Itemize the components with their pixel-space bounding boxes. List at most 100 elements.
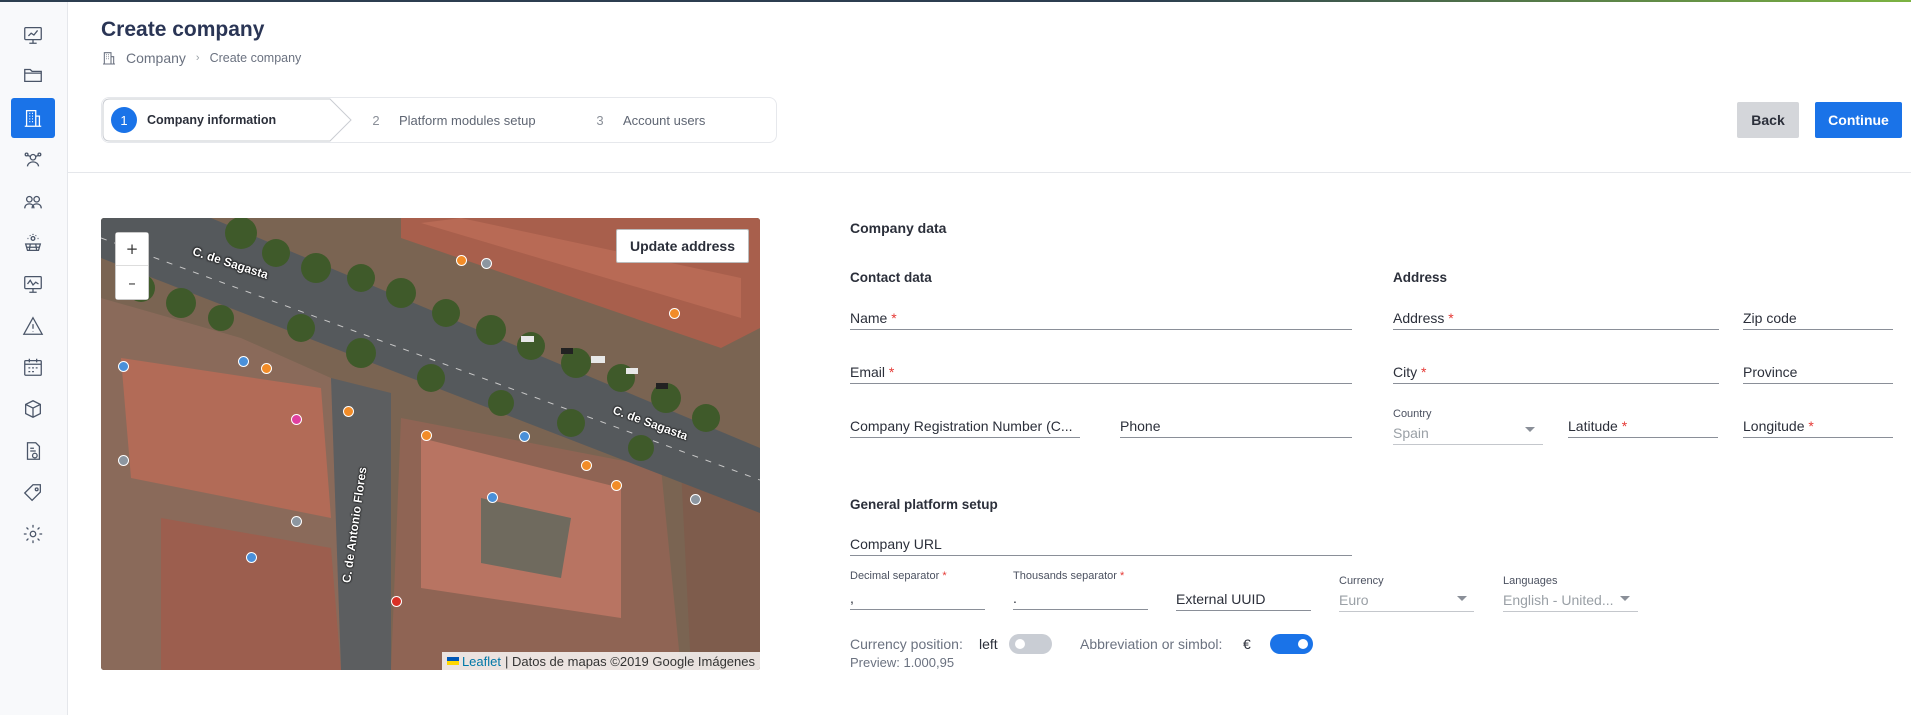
map-marker[interactable] [421,430,432,441]
warning-icon [22,316,44,335]
toggle-knob [1298,639,1308,649]
province-field[interactable]: Province [1743,364,1893,384]
latitude-field[interactable]: Latitude * [1568,418,1718,438]
address-title: Address [1393,270,1448,285]
map-marker[interactable] [118,361,129,372]
sidebar-item-dashboard[interactable] [11,15,55,55]
step-platform-modules-setup[interactable]: 2 Platform modules setup [363,98,536,142]
decimal-separator-field[interactable]: , [850,590,985,610]
sidebar-item-alerts[interactable] [11,306,55,346]
building-icon [103,52,115,65]
name-label: Name [850,310,888,326]
map-marker[interactable] [261,363,272,374]
back-button[interactable]: Back [1737,102,1799,138]
currency-position-toggle[interactable] [1009,634,1052,654]
map-marker[interactable] [391,596,402,607]
country-select[interactable]: Spain [1393,425,1543,445]
required-mark: * [1621,418,1628,434]
sidebar-item-billing[interactable] [11,431,55,471]
satellite-map[interactable]: C. de Sagasta C. de Sagasta C. de Antoni… [101,218,760,670]
required-mark: * [1448,310,1454,326]
city-label: City [1393,364,1418,380]
zip-code-field[interactable]: Zip code [1743,310,1893,330]
header-divider [68,172,1911,173]
chevron-down-icon [1525,427,1535,432]
map-marker[interactable] [519,431,530,442]
abbreviation-toggle[interactable] [1270,634,1313,654]
tag-icon [23,484,41,502]
map-marker[interactable] [246,552,257,563]
external-uuid-field[interactable]: External UUID [1176,591,1311,611]
top-accent-line [0,0,1911,2]
step-company-information[interactable]: 1 Company information [111,98,276,142]
dashboard-icon [24,27,42,44]
map-marker[interactable] [611,480,622,491]
company-data-title: Company data [850,220,947,236]
general-platform-setup-title: General platform setup [850,497,998,512]
chevron-down-icon [1620,596,1630,601]
phone-field[interactable]: Phone [1120,418,1352,438]
solar-panel-icon [24,233,42,252]
map-marker[interactable] [456,255,467,266]
building-icon [24,110,42,127]
leaflet-link[interactable]: Leaflet [462,654,501,669]
map-marker[interactable] [238,356,249,367]
currency-label: Currency [1339,575,1384,587]
map-marker[interactable] [291,414,302,425]
sidebar-item-folder[interactable] [11,55,55,95]
thousands-separator-field[interactable]: . [1013,590,1148,610]
sidebar-item-calendar[interactable] [11,347,55,387]
sidebar-item-settings[interactable] [11,514,55,554]
email-field[interactable]: Email * [850,364,1352,384]
step-number: 3 [596,112,604,128]
stepper: 1 Company information 2 Platform modules… [101,97,777,143]
currency-position-label: Currency position: [850,636,963,652]
gear-icon [23,524,43,544]
name-field[interactable]: Name * [850,310,1352,330]
email-label: Email [850,364,886,380]
monitor-chart-icon [24,276,42,293]
calendar-icon [24,358,42,376]
company-registration-number-field[interactable]: Company Registration Number (C... [850,418,1080,438]
decimal-separator-label: Decimal separator * [850,570,947,582]
attribution-text: | Datos de mapas ©2019 Google Imágenes [505,653,755,669]
continue-button[interactable]: Continue [1815,102,1902,138]
currency-select[interactable]: Euro [1339,592,1474,612]
required-mark: * [888,364,895,380]
company-url-field[interactable]: Company URL [850,536,1352,556]
address-label: Address [1393,310,1445,326]
required-mark: * [1808,418,1814,434]
address-field[interactable]: Address * [1393,310,1719,330]
sidebar-item-inventory[interactable] [11,389,55,429]
contact-data-title: Contact data [850,270,932,285]
zoom-out-button[interactable]: – [116,266,148,299]
sidebar-item-groups[interactable] [11,182,55,222]
required-mark: * [891,310,897,326]
map-marker[interactable] [487,492,498,503]
sidebar-item-tags[interactable] [11,473,55,513]
sidebar-item-monitoring[interactable] [11,264,55,304]
map-marker[interactable] [118,455,129,466]
map-attribution: Leaflet | Datos de mapas ©2019 Google Im… [441,652,760,670]
sidebar-item-users[interactable] [11,140,55,180]
longitude-field[interactable]: Longitude * [1743,418,1893,438]
languages-select[interactable]: English - United... [1503,592,1638,612]
step-account-users[interactable]: 3 Account users [587,98,705,142]
map-marker[interactable] [581,460,592,471]
breadcrumb-root[interactable]: Company [126,50,186,66]
languages-label: Languages [1503,575,1558,587]
step-label: Platform modules setup [399,112,536,128]
map-marker[interactable] [343,406,354,417]
update-address-button[interactable]: Update address [615,229,749,263]
map-marker[interactable] [669,308,680,319]
sidebar-item-companies[interactable] [11,98,55,138]
sidebar-item-solar[interactable] [11,224,55,264]
currency-position-value: left [979,636,998,652]
map-marker[interactable] [690,494,701,505]
zoom-in-button[interactable]: + [116,233,148,266]
required-mark: * [1421,364,1427,380]
map-marker[interactable] [291,516,302,527]
page-title: Create company [101,18,265,41]
city-field[interactable]: City * [1393,364,1719,384]
map-marker[interactable] [481,258,492,269]
